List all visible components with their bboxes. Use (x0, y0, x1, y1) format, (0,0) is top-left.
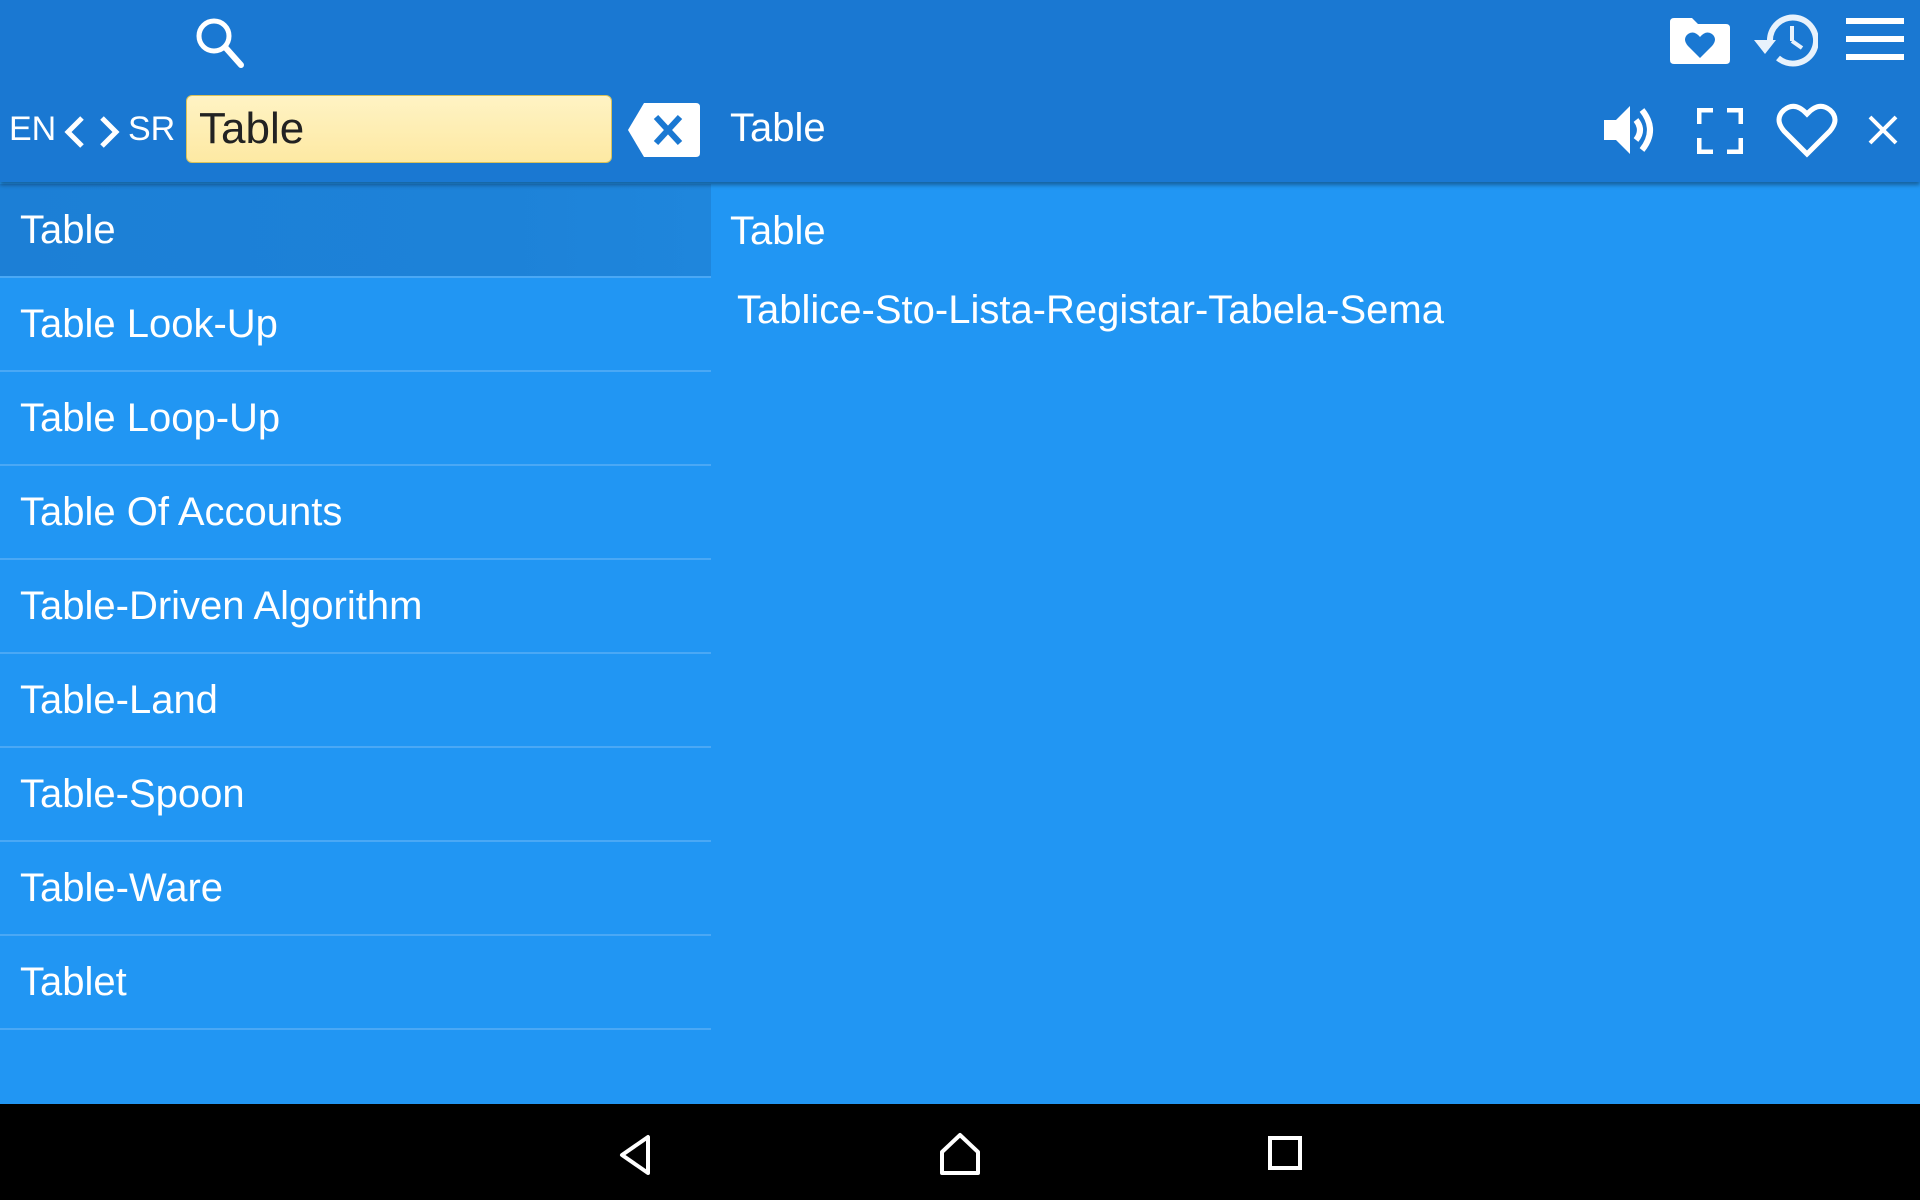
list-item[interactable]: Table-Spoon (0, 748, 711, 842)
translation-panel: Table Tablice-Sto-Lista-Registar-Tabela-… (711, 184, 1920, 1104)
list-item-label: Table Loop-Up (20, 395, 281, 440)
detail-word: Table (730, 209, 826, 253)
history-icon[interactable] (1752, 10, 1818, 70)
chevron-left-icon[interactable] (62, 114, 86, 150)
list-item-label: Table-Ware (20, 865, 224, 910)
list-item-label: Table-Driven Algorithm (20, 583, 423, 628)
list-item-label: Table Look-Up (20, 301, 278, 346)
list-item[interactable]: Table Look-Up (0, 278, 711, 372)
fullscreen-icon[interactable] (1697, 108, 1743, 154)
detail-translation: Tablice-Sto-Lista-Registar-Tabela-Sema (737, 288, 1444, 332)
search-input[interactable] (186, 95, 612, 163)
list-item-label: Table-Land (20, 677, 218, 722)
target-language[interactable]: SR (128, 110, 175, 149)
current-word: Table (730, 106, 826, 150)
list-item-label: Table Of Accounts (20, 489, 343, 534)
list-item[interactable]: Table (0, 184, 711, 278)
list-item[interactable]: Table-Ware (0, 842, 711, 936)
home-icon[interactable] (938, 1132, 982, 1176)
list-item[interactable]: Table Loop-Up (0, 372, 711, 466)
chevron-right-icon[interactable] (98, 114, 122, 150)
app-header: EN SR Table (0, 0, 1920, 182)
list-item[interactable]: Table-Driven Algorithm (0, 560, 711, 654)
hamburger-menu-icon[interactable] (1846, 18, 1904, 60)
search-icon[interactable] (190, 12, 250, 72)
close-icon[interactable] (1868, 115, 1898, 145)
list-item[interactable]: Table-Land (0, 654, 711, 748)
list-item-label: Table-Spoon (20, 771, 245, 816)
heart-outline-icon[interactable] (1776, 102, 1838, 158)
folder-heart-icon[interactable] (1668, 16, 1732, 66)
system-navigation-bar (0, 1104, 1920, 1200)
clear-search-button[interactable] (628, 103, 700, 157)
speaker-icon[interactable] (1602, 102, 1662, 158)
list-item[interactable]: Table Of Accounts (0, 466, 711, 560)
list-item-label: Table (20, 207, 116, 252)
back-icon[interactable] (616, 1134, 656, 1176)
recents-icon[interactable] (1268, 1136, 1302, 1170)
results-list: Table Table Look-Up Table Loop-Up Table … (0, 184, 711, 1030)
source-language[interactable]: EN (9, 110, 56, 149)
list-item[interactable]: Tablet (0, 936, 711, 1030)
list-item-label: Tablet (20, 959, 127, 1004)
